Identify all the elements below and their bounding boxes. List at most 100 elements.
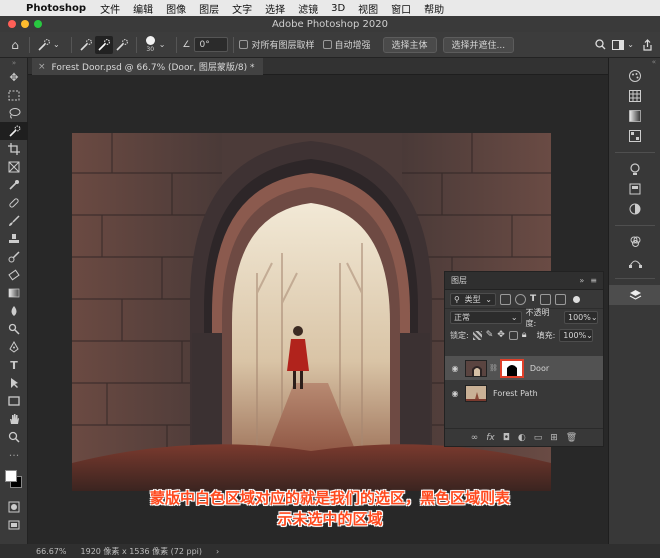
search-icon[interactable] (591, 36, 609, 54)
brush-tool-icon[interactable] (0, 212, 28, 230)
crop-tool-icon[interactable] (0, 140, 28, 158)
filter-pixel-icon[interactable] (500, 293, 511, 305)
layer-row-forest-path[interactable]: ◉ Forest Path (445, 382, 603, 404)
patterns-panel-icon[interactable] (609, 126, 660, 146)
layer-thumbnail[interactable] (465, 359, 487, 377)
add-mask-icon[interactable]: ◘ (503, 433, 510, 443)
menu-help[interactable]: 帮助 (424, 1, 444, 16)
add-to-selection-icon[interactable] (94, 35, 113, 54)
frame-tool-icon[interactable] (0, 158, 28, 176)
menu-file[interactable]: 文件 (100, 1, 120, 16)
chevron-down-icon[interactable]: ⌄ (159, 40, 166, 49)
panel-collapse-icon[interactable]: » (0, 58, 28, 68)
close-window-button[interactable] (8, 20, 16, 28)
menu-app-name[interactable]: Photoshop (26, 3, 86, 14)
blend-mode-select[interactable]: 正常 ⌄ (450, 311, 522, 324)
workspace-icon[interactable] (609, 36, 627, 54)
panel-menu-icon[interactable]: ≡ (590, 276, 597, 285)
delete-layer-icon[interactable]: 🗑︎ (566, 433, 577, 443)
clone-stamp-tool-icon[interactable] (0, 230, 28, 248)
filter-smart-object-icon[interactable] (555, 293, 567, 305)
mask-link-icon[interactable]: ⛓ (489, 364, 498, 372)
quick-selection-preset-icon[interactable] (35, 36, 53, 54)
zoom-window-button[interactable] (34, 20, 42, 28)
menu-layer[interactable]: 图层 (199, 1, 219, 16)
chevron-down-icon[interactable]: ⌄ (53, 40, 60, 49)
opacity-input[interactable]: 100% ⌄ (564, 311, 598, 324)
layer-mask-thumbnail[interactable] (499, 358, 524, 378)
swatches-panel-icon[interactable] (609, 86, 660, 106)
menu-edit[interactable]: 编辑 (133, 1, 153, 16)
lock-all-icon[interactable]: 🔒︎ (522, 330, 527, 340)
pen-tool-icon[interactable] (0, 338, 28, 356)
layer-filter-select[interactable]: ⚲ 类型 ⌄ (450, 292, 496, 306)
home-icon[interactable]: ⌂ (6, 36, 24, 54)
zoom-level[interactable]: 66.67% (36, 547, 67, 556)
collapse-panel-icon[interactable]: » (579, 276, 584, 285)
layer-thumbnail[interactable] (465, 384, 487, 402)
filter-shape-icon[interactable] (540, 293, 552, 305)
lock-image-icon[interactable]: ✎ (486, 330, 494, 340)
eraser-tool-icon[interactable] (0, 266, 28, 284)
layers-panel-title[interactable]: 图层 (451, 275, 467, 286)
link-layers-icon[interactable]: ∞ (471, 433, 479, 443)
menu-type[interactable]: 文字 (232, 1, 252, 16)
lasso-tool-icon[interactable] (0, 104, 28, 122)
filter-type-icon[interactable]: T (530, 294, 536, 304)
healing-brush-tool-icon[interactable] (0, 194, 28, 212)
select-subject-button[interactable]: 选择主体 (382, 36, 437, 53)
select-and-mask-button[interactable]: 选择并遮住... (442, 36, 515, 53)
lock-artboard-icon[interactable] (508, 330, 518, 340)
angle-input[interactable]: 0° (194, 37, 229, 52)
gradients-panel-icon[interactable] (609, 106, 660, 126)
brush-size-picker[interactable]: 30 (145, 36, 155, 53)
paths-panel-icon[interactable] (609, 252, 660, 272)
libraries-panel-icon[interactable] (609, 179, 660, 199)
document-tab[interactable]: × Forest Door.psd @ 66.7% (Door, 图层蒙版/8)… (32, 58, 263, 75)
auto-enhance-checkbox[interactable] (322, 40, 332, 49)
visibility-eye-icon[interactable]: ◉ (445, 364, 465, 373)
history-brush-tool-icon[interactable] (0, 248, 28, 266)
subtract-from-selection-icon[interactable] (113, 36, 131, 54)
sample-all-layers-checkbox[interactable] (239, 40, 249, 49)
quick-selection-tool-icon[interactable] (0, 122, 28, 140)
dodge-tool-icon[interactable] (0, 320, 28, 338)
more-tools-icon[interactable]: ··· (0, 446, 28, 464)
status-menu-icon[interactable]: › (216, 547, 219, 556)
zoom-tool-icon[interactable] (0, 428, 28, 446)
new-group-icon[interactable]: ▭ (534, 433, 543, 443)
layers-panel-icon[interactable] (609, 285, 660, 305)
blur-tool-icon[interactable] (0, 302, 28, 320)
menu-select[interactable]: 选择 (265, 1, 285, 16)
adjustments-panel-icon[interactable] (609, 199, 660, 219)
foreground-color-swatch[interactable] (5, 470, 17, 482)
visibility-eye-icon[interactable]: ◉ (445, 389, 465, 398)
filter-toggle-icon[interactable] (573, 295, 581, 303)
share-icon[interactable] (638, 36, 656, 54)
path-selection-tool-icon[interactable] (0, 374, 28, 392)
menu-3d[interactable]: 3D (331, 3, 345, 14)
new-selection-icon[interactable] (77, 36, 95, 54)
menu-filter[interactable]: 滤镜 (298, 1, 318, 16)
lock-position-icon[interactable]: ✥ (497, 330, 505, 340)
eyedropper-tool-icon[interactable] (0, 176, 28, 194)
rectangle-tool-icon[interactable] (0, 392, 28, 410)
color-panel-icon[interactable] (609, 66, 660, 86)
channels-panel-icon[interactable] (609, 232, 660, 252)
menu-image[interactable]: 图像 (166, 1, 186, 16)
chevron-down-icon[interactable]: ⌄ (627, 40, 634, 49)
adjustment-layer-icon[interactable]: ◐ (518, 433, 526, 443)
move-tool-icon[interactable]: ✥ (0, 68, 28, 86)
hand-tool-icon[interactable] (0, 410, 28, 428)
layer-name[interactable]: Forest Path (493, 389, 538, 398)
marquee-tool-icon[interactable] (0, 86, 28, 104)
fill-input[interactable]: 100% ⌄ (559, 328, 594, 342)
layer-style-icon[interactable]: fx (486, 433, 495, 443)
type-tool-icon[interactable]: T (0, 356, 28, 374)
menu-window[interactable]: 窗口 (391, 1, 411, 16)
learn-panel-icon[interactable] (609, 159, 660, 179)
lock-transparent-icon[interactable] (472, 330, 482, 340)
close-tab-icon[interactable]: × (38, 62, 46, 72)
gradient-tool-icon[interactable] (0, 284, 28, 302)
layer-row-door[interactable]: ◉ ⛓ Door (445, 356, 603, 380)
